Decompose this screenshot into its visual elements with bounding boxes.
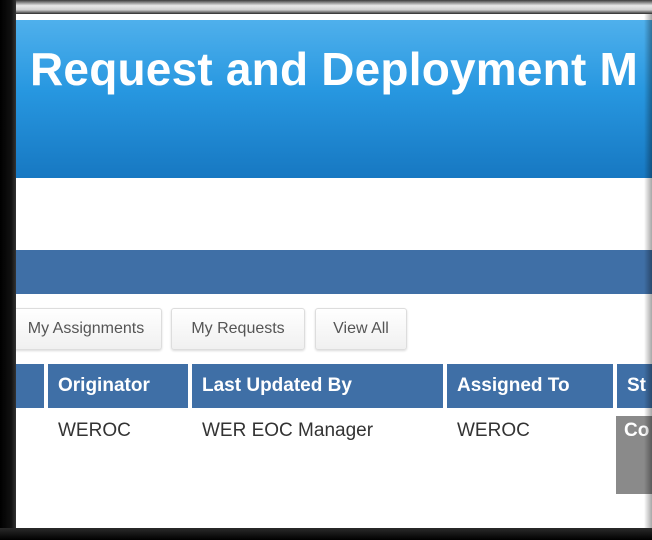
app-screen: Request and Deployment M My Assignments … xyxy=(16,14,652,528)
cell-assigned-to: WEROC xyxy=(457,420,530,441)
screen-edge-shadow xyxy=(644,14,652,528)
top-bezel xyxy=(0,0,652,14)
bottom-bezel xyxy=(0,528,652,540)
banner-spacer xyxy=(16,178,652,250)
cell-last-updated-by: WER EOC Manager xyxy=(202,420,374,441)
nav-bar xyxy=(16,250,652,294)
tab-my-requests[interactable]: My Requests xyxy=(171,308,305,350)
app-banner: Request and Deployment M xyxy=(16,20,652,178)
cell-originator: WEROC xyxy=(58,420,131,441)
left-bezel xyxy=(0,0,16,540)
column-header-partial[interactable] xyxy=(16,364,46,408)
tab-my-assignments[interactable]: My Assignments xyxy=(16,308,162,350)
tab-view-all[interactable]: View All xyxy=(315,308,407,350)
column-header-originator[interactable]: Originator xyxy=(48,364,190,408)
page-title: Request and Deployment M xyxy=(30,43,638,95)
screen-frame: Request and Deployment M My Assignments … xyxy=(0,0,652,540)
column-header-last-updated-by[interactable]: Last Updated By xyxy=(192,364,445,408)
column-header-assigned-to[interactable]: Assigned To xyxy=(447,364,615,408)
